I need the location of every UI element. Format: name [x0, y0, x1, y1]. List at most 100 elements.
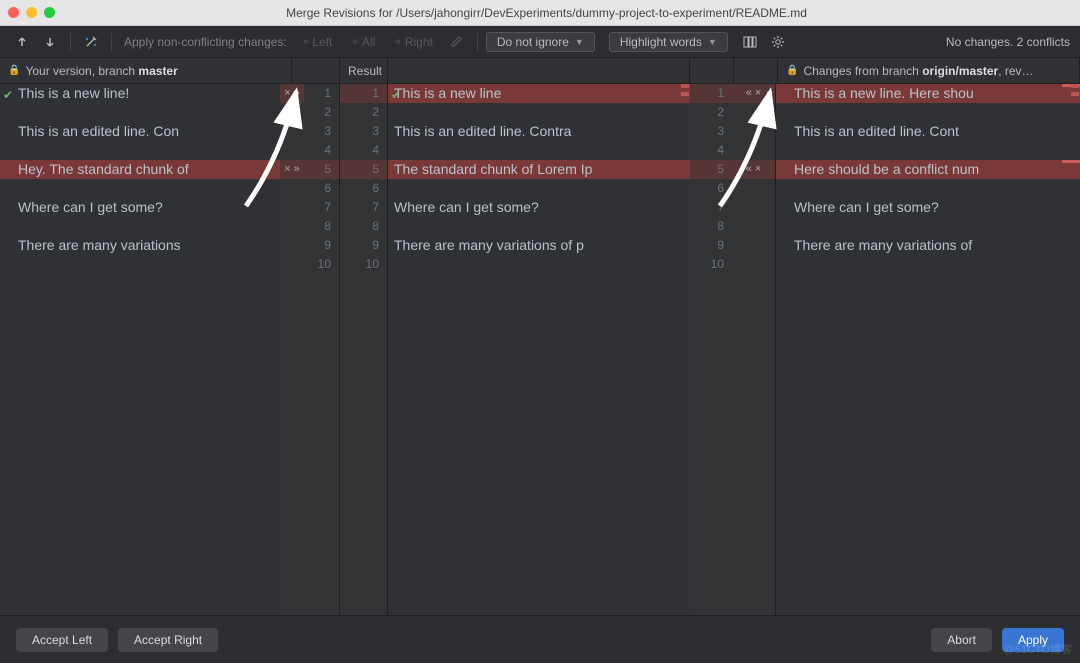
code-line[interactable] — [776, 179, 1080, 198]
merge-action[interactable]: «× — [732, 84, 775, 103]
code-line[interactable] — [776, 217, 1080, 236]
left-action-gutter: ×»×» — [280, 84, 304, 615]
code-line[interactable] — [0, 217, 280, 236]
prev-diff-button[interactable] — [10, 31, 34, 53]
code-line[interactable]: There are many variations of — [776, 236, 1080, 255]
code-line[interactable]: This is an edited line. Contra — [388, 122, 690, 141]
code-line[interactable] — [388, 103, 690, 122]
reject-icon[interactable]: × — [283, 160, 291, 179]
code-line[interactable] — [776, 255, 1080, 274]
line-number: 4 — [340, 141, 387, 160]
separator — [70, 33, 71, 51]
reject-icon[interactable]: × — [283, 84, 291, 103]
merge-action — [732, 217, 775, 236]
result-pane[interactable]: ✔This is a new line This is an edited lin… — [388, 84, 690, 615]
line-number: 9 — [690, 236, 732, 255]
apply-left-button[interactable]: »Left — [295, 33, 341, 51]
code-line[interactable] — [0, 141, 280, 160]
code-line[interactable] — [776, 103, 1080, 122]
code-line[interactable]: Where can I get some? — [776, 198, 1080, 217]
merge-action — [732, 236, 775, 255]
apply-right-button[interactable]: «Right — [387, 33, 441, 51]
code-line[interactable] — [0, 103, 280, 122]
line-number: 5 — [340, 160, 387, 179]
code-line[interactable]: This is a new line. Here shou — [776, 84, 1080, 103]
middle-pane-header — [388, 58, 690, 83]
error-stripe[interactable] — [1070, 84, 1080, 615]
code-line[interactable]: Where can I get some? — [388, 198, 690, 217]
result-gutter-header: Result — [340, 58, 388, 83]
accept-left-icon[interactable]: « — [745, 84, 753, 103]
code-line[interactable]: Where can I get some? — [0, 198, 280, 217]
left-gutter-header — [292, 58, 340, 83]
merge-action — [732, 103, 775, 122]
line-number: 6 — [304, 179, 339, 198]
right-pane-header: 🔒 Changes from branch origin/master, rev… — [778, 58, 1080, 83]
code-line[interactable] — [776, 141, 1080, 160]
code-line[interactable]: This is an edited line. Cont — [776, 122, 1080, 141]
code-line[interactable]: ✔This is a new line — [388, 84, 690, 103]
code-line[interactable]: Hey. The standard chunk of — [0, 160, 280, 179]
lock-icon: 🔒 — [8, 65, 20, 76]
conflicts-status-label: No changes. 2 conflicts — [946, 35, 1070, 49]
line-number: 9 — [340, 236, 387, 255]
code-line[interactable]: This is an edited line. Con — [0, 122, 280, 141]
left-pane[interactable]: ✔This is a new line! This is an edited li… — [0, 84, 280, 615]
error-stripe[interactable] — [680, 84, 690, 615]
code-line[interactable]: There are many variations of p — [388, 236, 690, 255]
accept-left-button[interactable]: Accept Left — [16, 628, 108, 652]
line-number: 2 — [690, 103, 732, 122]
edit-source-button[interactable] — [445, 31, 469, 53]
accept-right-button[interactable]: Accept Right — [118, 628, 218, 652]
separator — [111, 33, 112, 51]
code-line[interactable]: ✔This is a new line! — [0, 84, 280, 103]
merge-panes: ✔This is a new line! This is an edited li… — [0, 84, 1080, 615]
settings-button[interactable] — [766, 31, 790, 53]
merge-action — [732, 141, 775, 160]
code-line[interactable] — [388, 255, 690, 274]
code-line[interactable]: Here should be a conflict num — [776, 160, 1080, 179]
line-number: 1 — [304, 84, 339, 103]
dialog-footer: Accept Left Accept Right Abort Apply — [0, 615, 1080, 663]
code-line[interactable] — [0, 255, 280, 274]
accept-check-icon[interactable]: ✔ — [3, 86, 13, 103]
code-line[interactable]: The standard chunk of Lorem Ip — [388, 160, 690, 179]
left-linenum-gutter: 12345678910 — [304, 84, 340, 615]
abort-button[interactable]: Abort — [931, 628, 992, 652]
chevron-double-right-icon: » — [303, 36, 309, 47]
line-number: 5 — [690, 160, 732, 179]
window-title: Merge Revisions for /Users/jahongirr/Dev… — [21, 6, 1072, 20]
code-line[interactable] — [0, 179, 280, 198]
ignore-whitespace-dropdown[interactable]: Do not ignore▼ — [486, 32, 595, 52]
code-line[interactable] — [388, 217, 690, 236]
merge-action[interactable]: ×» — [280, 160, 304, 179]
merge-action — [732, 122, 775, 141]
apply-all-button[interactable]: «All — [344, 33, 383, 51]
diff-columns-toggle[interactable] — [738, 31, 762, 53]
accept-right-icon[interactable]: » — [293, 160, 301, 179]
code-line[interactable]: There are many variations — [0, 236, 280, 255]
merge-action — [280, 141, 304, 160]
merge-action[interactable]: ×» — [280, 84, 304, 103]
code-line[interactable] — [388, 179, 690, 198]
lock-icon: 🔒 — [786, 65, 798, 76]
merge-action — [280, 122, 304, 141]
accept-right-icon[interactable]: » — [293, 84, 301, 103]
merge-action — [280, 236, 304, 255]
next-diff-button[interactable] — [38, 31, 62, 53]
chevron-down-icon: ▼ — [708, 37, 717, 47]
line-number: 4 — [690, 141, 732, 160]
right-pane[interactable]: This is a new line. Here shou This is an … — [776, 84, 1080, 615]
accept-check-icon[interactable]: ✔ — [391, 86, 401, 103]
highlight-mode-dropdown[interactable]: Highlight words▼ — [609, 32, 728, 52]
code-line[interactable] — [388, 141, 690, 160]
line-number: 6 — [340, 179, 387, 198]
reject-icon[interactable]: × — [754, 160, 762, 179]
line-number: 7 — [304, 198, 339, 217]
magic-resolve-button[interactable] — [79, 31, 103, 53]
accept-left-icon[interactable]: « — [745, 160, 753, 179]
close-window-button[interactable] — [8, 7, 19, 18]
reject-icon[interactable]: × — [754, 84, 762, 103]
merge-action[interactable]: «× — [732, 160, 775, 179]
line-number: 5 — [304, 160, 339, 179]
